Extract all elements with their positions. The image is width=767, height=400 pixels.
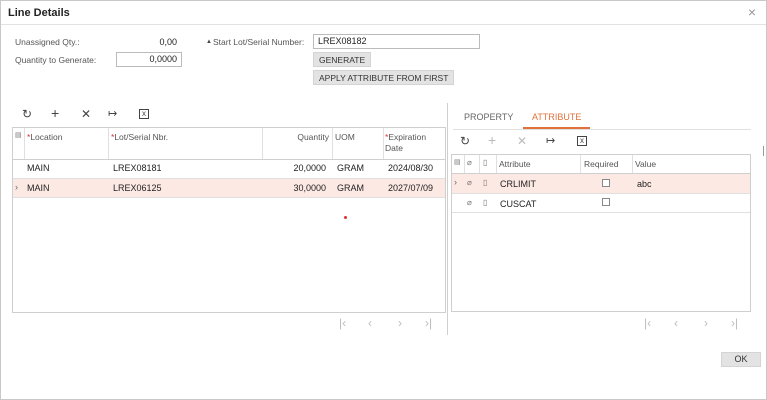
cell-location: MAIN <box>27 163 50 173</box>
cell-lot: LREX06125 <box>113 183 162 193</box>
close-icon[interactable]: × <box>748 4 756 20</box>
cell-uom: GRAM <box>337 163 364 173</box>
collapse-triangle-icon[interactable]: ▲ <box>206 39 212 45</box>
col-header-location[interactable]: *Location <box>27 132 62 142</box>
cell-value[interactable]: abc <box>637 179 652 189</box>
apply-attribute-button[interactable]: APPLY ATTRIBUTE FROM FIRST <box>313 70 455 85</box>
table-row[interactable]: ⌀ ▯ CUSCAT <box>452 194 750 212</box>
required-checkbox[interactable] <box>602 179 610 187</box>
cell-attribute: CRLIMIT <box>500 179 536 189</box>
col-header-lot-serial[interactable]: *Lot/Serial Nbr. <box>111 132 168 142</box>
resize-handle[interactable] <box>763 146 766 156</box>
note-icon[interactable]: ▯ <box>483 178 487 187</box>
cell-quantity: 20,0000 <box>293 163 326 173</box>
table-row-selected[interactable]: › MAIN LREX06125 30,0000 GRAM 2027/07/09 <box>13 179 445 197</box>
grid-settings-icon[interactable]: ▤ <box>454 158 461 166</box>
col-header-value[interactable]: Value <box>635 159 656 169</box>
export-excel-icon[interactable]: x <box>577 136 587 146</box>
add-icon[interactable]: + <box>51 106 59 120</box>
tab-attribute[interactable]: ATTRIBUTE <box>532 112 581 122</box>
row-pointer-icon: › <box>454 177 457 187</box>
grid-settings-icon[interactable]: ▤ <box>15 131 22 139</box>
refresh-icon[interactable]: ↻ <box>22 108 32 120</box>
start-lot-label: Start Lot/Serial Number: <box>213 37 305 47</box>
dialog-titlebar: Line Details × <box>1 1 766 25</box>
last-page-icon[interactable]: ›| <box>425 316 432 330</box>
dialog-title: Line Details <box>8 7 70 19</box>
prev-page-icon[interactable]: ‹ <box>674 316 678 330</box>
col-header-required[interactable]: Required <box>584 159 619 169</box>
next-page-icon[interactable]: › <box>398 316 402 330</box>
line-details-dialog: Line Details × Unassigned Qty.: 0,00 Qua… <box>0 0 767 400</box>
prev-page-icon[interactable]: ‹ <box>368 316 372 330</box>
required-checkbox[interactable] <box>602 198 610 206</box>
note-icon[interactable]: ▯ <box>483 198 487 207</box>
table-row-selected[interactable]: › ⌀ ▯ CRLIMIT abc <box>452 174 750 193</box>
cell-location: MAIN <box>27 183 50 193</box>
delete-icon[interactable]: ✕ <box>517 135 527 147</box>
col-header-attribute[interactable]: Attribute <box>499 159 531 169</box>
next-page-icon[interactable]: › <box>704 316 708 330</box>
start-lot-input[interactable]: LREX08182 <box>313 34 480 49</box>
unassigned-qty-value: 0,00 <box>159 37 177 47</box>
fit-columns-icon[interactable]: ↦ <box>108 108 117 120</box>
qty-to-generate-input[interactable]: 0,0000 <box>116 52 182 67</box>
delete-icon[interactable]: ✕ <box>81 108 91 120</box>
lot-serial-grid: ▤ *Location *Lot/Serial Nbr. Quantity UO… <box>12 127 446 313</box>
note-icon: ▯ <box>483 158 488 167</box>
first-page-icon[interactable]: |‹ <box>644 316 651 330</box>
col-header-uom[interactable]: UOM <box>335 132 355 142</box>
attachment-icon[interactable]: ⌀ <box>467 198 472 207</box>
col-header-expiration[interactable]: *Expiration Date <box>385 132 433 154</box>
cell-expiration: 2027/07/09 <box>388 183 434 193</box>
attribute-grid: ▤ ⌀ ▯ Attribute Required Value › ⌀ ▯ CRL… <box>451 154 751 312</box>
table-row[interactable]: MAIN LREX08181 20,0000 GRAM 2024/08/30 <box>13 159 445 178</box>
cell-attribute: CUSCAT <box>500 199 537 209</box>
export-excel-icon[interactable]: x <box>139 109 149 119</box>
cell-expiration: 2024/08/30 <box>388 163 434 173</box>
cell-quantity: 30,0000 <box>293 183 326 193</box>
qty-to-generate-label: Quantity to Generate: <box>15 55 97 65</box>
tab-property[interactable]: PROPERTY <box>464 112 513 122</box>
generate-button[interactable]: GENERATE <box>313 52 372 67</box>
attachment-icon: ⌀ <box>467 158 472 167</box>
cursor-dot <box>344 216 347 219</box>
unassigned-qty-label: Unassigned Qty.: <box>15 37 80 47</box>
first-page-icon[interactable]: |‹ <box>339 316 346 330</box>
splitter[interactable] <box>447 103 448 335</box>
add-icon[interactable]: + <box>488 133 496 147</box>
ok-button[interactable]: OK <box>721 352 761 367</box>
fit-columns-icon[interactable]: ↦ <box>546 135 555 147</box>
cell-uom: GRAM <box>337 183 364 193</box>
col-header-quantity[interactable]: Quantity <box>263 132 329 142</box>
row-pointer-icon: › <box>15 182 18 192</box>
attachment-icon[interactable]: ⌀ <box>467 178 472 187</box>
cell-lot: LREX08181 <box>113 163 162 173</box>
last-page-icon[interactable]: ›| <box>731 316 738 330</box>
refresh-icon[interactable]: ↻ <box>460 135 470 147</box>
